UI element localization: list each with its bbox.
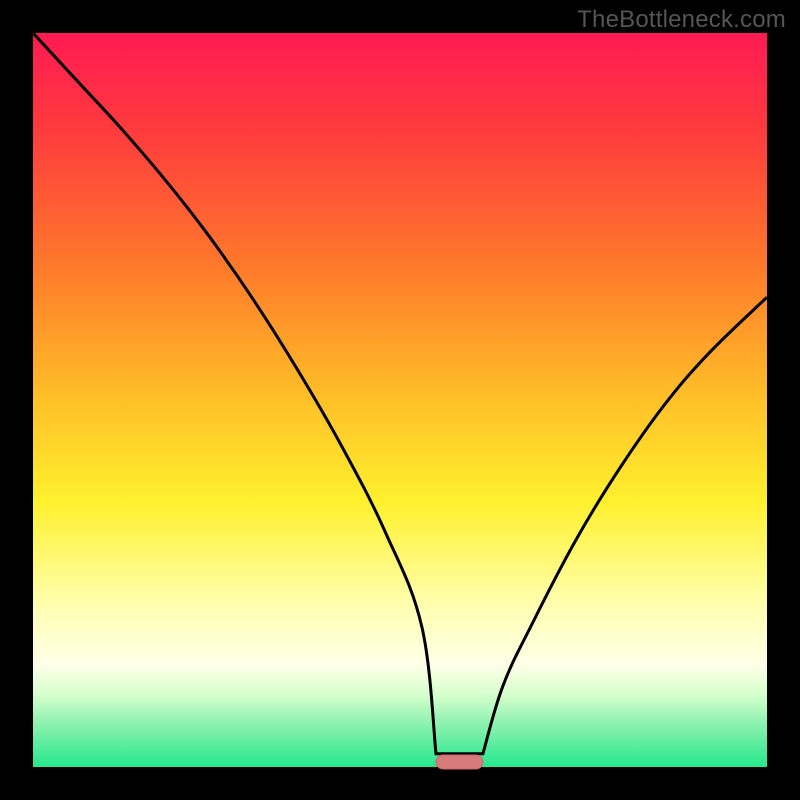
- gradient-background: [33, 33, 767, 767]
- watermark-text: TheBottleneck.com: [577, 6, 786, 34]
- bottleneck-chart: [0, 0, 800, 800]
- chart-frame: TheBottleneck.com: [0, 0, 800, 800]
- optimal-marker: [436, 755, 483, 769]
